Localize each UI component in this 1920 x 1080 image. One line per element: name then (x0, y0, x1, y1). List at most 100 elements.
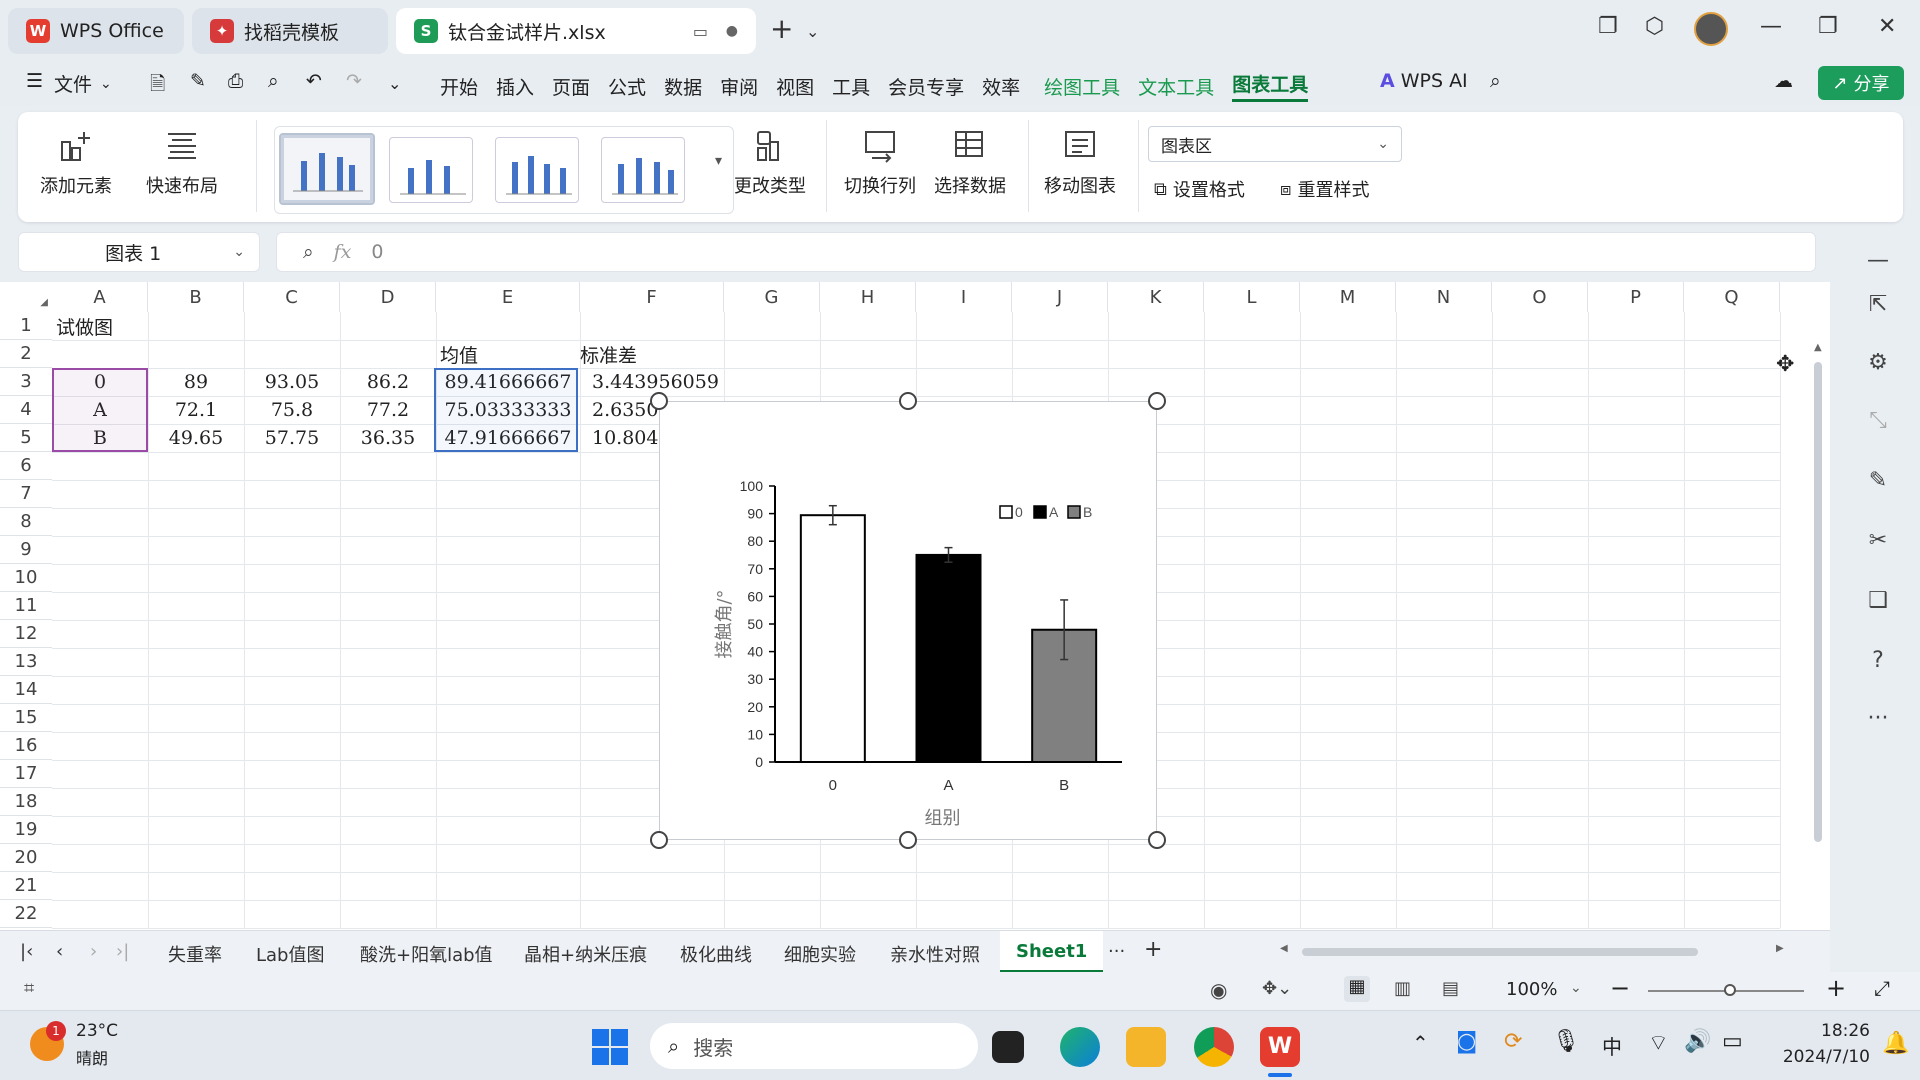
page-break-icon[interactable]: ▤ (1442, 978, 1459, 999)
format-painter-icon[interactable]: ✎ (190, 70, 206, 92)
cell-d4[interactable]: 77.2 (340, 396, 436, 424)
quick-access-more-icon[interactable]: ⌄ (388, 74, 401, 93)
sheet-tab[interactable]: 酸洗+阳氧lab值 (360, 941, 493, 967)
row-header-20[interactable]: 20 (0, 844, 52, 872)
battery-icon[interactable]: ▭ (1722, 1029, 1743, 1054)
select-cursor-icon[interactable]: ⇱ (1863, 292, 1893, 322)
file-menu[interactable]: 文件 (54, 70, 92, 97)
row-header-14[interactable]: 14 (0, 676, 52, 704)
normal-view-icon[interactable]: ▦ (1344, 976, 1370, 1002)
row-header-15[interactable]: 15 (0, 704, 52, 732)
menu-item-drawing-tools[interactable]: 绘图工具 (1044, 73, 1120, 100)
resize-handle[interactable] (899, 831, 917, 849)
column-header-f[interactable]: F (580, 282, 724, 312)
redo-icon[interactable]: ↷ (346, 70, 362, 92)
save-icon[interactable]: 🗎 (150, 70, 165, 102)
sheet-tab[interactable]: 极化曲线 (680, 941, 752, 967)
row-header-4[interactable]: 4 (0, 396, 52, 424)
transform-icon[interactable]: ⤡ (1863, 408, 1893, 438)
view-mode-icon[interactable]: ✥⌄ (1262, 978, 1292, 999)
wps-ai-button[interactable]: A WPS AI (1380, 70, 1468, 92)
menu-item-formula[interactable]: 公式 (608, 73, 646, 100)
row-header-21[interactable]: 21 (0, 872, 52, 900)
first-sheet-icon[interactable]: |‹ (20, 941, 33, 962)
row-header-13[interactable]: 13 (0, 648, 52, 676)
name-box[interactable]: 图表 1 ⌄ (18, 232, 260, 272)
weather-temperature[interactable]: 23°C (76, 1021, 118, 1041)
zoom-slider[interactable] (1648, 984, 1804, 996)
sheet-tab[interactable]: 失重率 (168, 941, 222, 967)
new-tab-plus-icon[interactable]: + (770, 12, 793, 45)
more-sheets-icon[interactable]: ··· (1108, 941, 1125, 962)
reset-style-button[interactable]: ⧈ 重置样式 (1280, 176, 1369, 202)
cell-d3[interactable]: 86.2 (340, 368, 436, 396)
chevron-down-icon[interactable]: ⌄ (100, 76, 112, 92)
close-icon[interactable]: ✕ (1878, 14, 1896, 39)
column-header-d[interactable]: D (340, 282, 436, 312)
cell-c3[interactable]: 93.05 (244, 368, 340, 396)
column-header-p[interactable]: P (1588, 282, 1684, 312)
row-header-22[interactable]: 22 (0, 900, 52, 928)
cell-f4[interactable]: 2.6350 (592, 396, 658, 424)
move-chart-button[interactable]: 移动图表 (1044, 128, 1116, 198)
tray-sync-icon[interactable]: ⟳ (1504, 1029, 1522, 1054)
cell-e2[interactable]: 均值 (440, 340, 478, 368)
resize-handle[interactable] (650, 831, 668, 849)
menu-item-view[interactable]: 视图 (776, 73, 814, 100)
resize-handle[interactable] (650, 392, 668, 410)
cube-icon[interactable]: ⬡ (1645, 14, 1664, 39)
zoom-search-icon[interactable]: ⌕ (303, 241, 314, 263)
column-header-m[interactable]: M (1300, 282, 1396, 312)
wps-taskbar-icon[interactable]: W (1260, 1027, 1300, 1067)
row-header-2[interactable]: 2 (0, 340, 52, 368)
next-sheet-icon[interactable]: › (90, 941, 97, 962)
fullscreen-icon[interactable]: ⤢ (1874, 976, 1890, 1000)
cell-c4[interactable]: 75.8 (244, 396, 340, 424)
row-header-3[interactable]: 3 (0, 368, 52, 396)
fx-icon[interactable]: fx (334, 241, 352, 263)
window-restore-tabs-icon[interactable]: ❐ (1598, 14, 1618, 39)
microphone-icon[interactable]: 🎙 (1552, 1029, 1580, 1054)
maximize-icon[interactable]: ❐ (1818, 14, 1838, 39)
hscrollbar-thumb[interactable] (1302, 948, 1698, 956)
clock-date[interactable]: 2024/7/10 (1762, 1047, 1870, 1067)
select-all-corner[interactable]: ◢ (0, 282, 52, 312)
row-header-8[interactable]: 8 (0, 508, 52, 536)
row-header-18[interactable]: 18 (0, 788, 52, 816)
zoom-level[interactable]: 100% (1506, 979, 1557, 1000)
scroll-right-icon[interactable]: ▶ (1776, 943, 1784, 954)
sliders-icon[interactable]: ⚙ (1863, 350, 1893, 380)
chrome-icon[interactable] (1194, 1027, 1234, 1067)
column-header-h[interactable]: H (820, 282, 916, 312)
tray-overflow-chevron-icon[interactable]: ⌃ (1412, 1031, 1429, 1055)
sheet-tab[interactable]: Lab值图 (256, 941, 324, 967)
row-header-12[interactable]: 12 (0, 620, 52, 648)
cell-b5[interactable]: 49.65 (148, 424, 244, 452)
help-icon[interactable]: ? (1863, 648, 1893, 678)
resize-handle[interactable] (1148, 831, 1166, 849)
chart-style-4[interactable] (601, 137, 685, 203)
sheet-tab[interactable]: 亲水性对照 (890, 941, 980, 967)
wifi-icon[interactable]: ⌔ (1648, 1029, 1669, 1057)
hamburger-icon[interactable]: ☰ (26, 70, 43, 92)
avatar[interactable] (1694, 12, 1728, 46)
minimize-icon[interactable]: — (1760, 14, 1782, 39)
sheet-tab-active[interactable]: Sheet1 (1000, 931, 1104, 973)
print-preview-icon[interactable]: ⌕ (268, 70, 279, 92)
chart-style-3[interactable] (495, 137, 579, 203)
column-header-o[interactable]: O (1492, 282, 1588, 312)
column-header-e[interactable]: E (436, 282, 580, 312)
switch-row-col-button[interactable]: 切换行列 (844, 128, 916, 198)
tab-spreadsheet-file[interactable]: S 钛合金试样片.xlsx ▭ ● (396, 8, 756, 54)
zoom-in-icon[interactable]: + (1826, 974, 1846, 1002)
menu-item-page[interactable]: 页面 (552, 73, 590, 100)
prev-sheet-icon[interactable]: ‹ (56, 941, 63, 962)
column-header-b[interactable]: B (148, 282, 244, 312)
select-data-button[interactable]: 选择数据 (934, 128, 1006, 198)
weather-condition[interactable]: 晴朗 (76, 1045, 108, 1069)
unsaved-dot-icon[interactable]: ● (726, 23, 738, 39)
sheet-tab[interactable]: 晶相+纳米压痕 (524, 941, 647, 967)
row-header-9[interactable]: 9 (0, 536, 52, 564)
chart-style-icon[interactable]: ✎ (1863, 468, 1893, 498)
row-header-11[interactable]: 11 (0, 592, 52, 620)
